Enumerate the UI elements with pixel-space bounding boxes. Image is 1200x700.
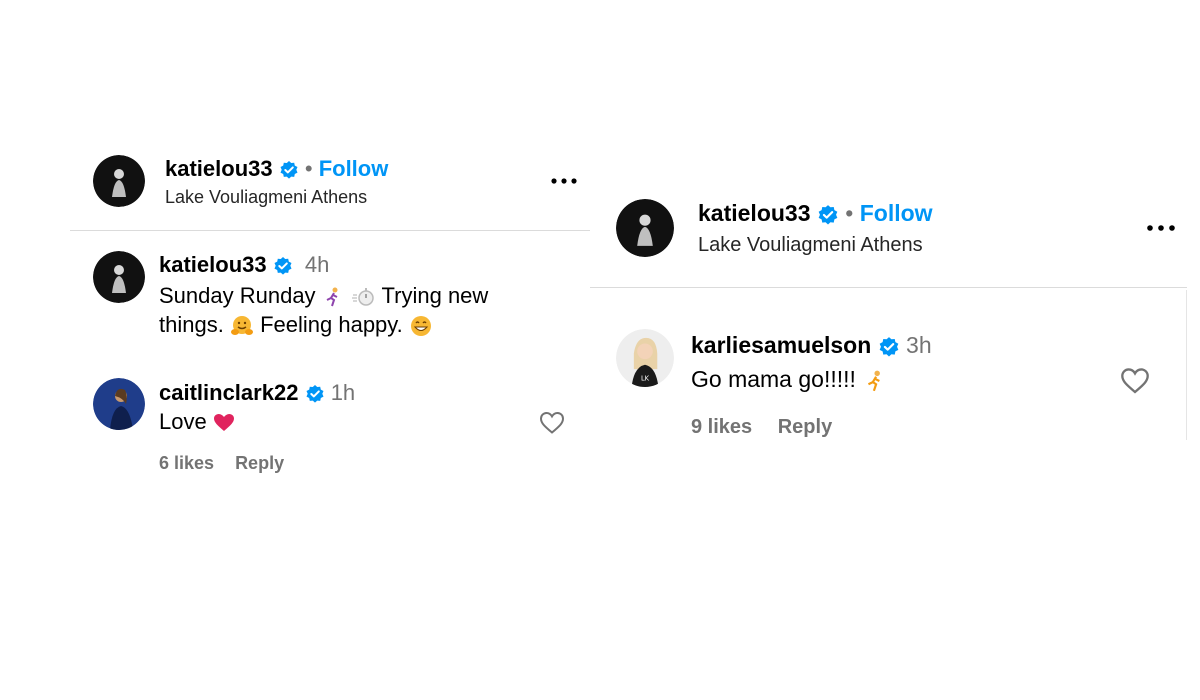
verified-badge-icon (273, 256, 293, 276)
comment-meta: 9 likes Reply (691, 415, 832, 439)
comment-meta: 6 likes Reply (159, 452, 284, 474)
runner-emoji-icon (322, 286, 344, 308)
verified-badge-icon (878, 336, 900, 358)
comment-text: Love (159, 409, 207, 434)
avatar[interactable] (93, 251, 145, 303)
like-comment-heart-icon[interactable] (539, 411, 565, 435)
caption-text-trying: Trying new (381, 283, 489, 308)
like-comment-heart-icon[interactable] (1120, 367, 1150, 395)
separator-dot: • (845, 200, 854, 226)
comment-likes-count[interactable]: 6 likes (159, 453, 214, 473)
post-location[interactable]: Lake Vouliagmeni Athens (698, 233, 923, 257)
caption-text-sunday: Sunday Runday (159, 283, 316, 308)
comment-likes-count[interactable]: 9 likes (691, 416, 752, 438)
post-author-username[interactable]: katielou33 (165, 156, 273, 181)
post-author-username[interactable]: katielou33 (698, 200, 811, 226)
post-location[interactable]: Lake Vouliagmeni Athens (165, 186, 367, 208)
caption-text-happy: Feeling happy. (260, 312, 403, 337)
comment-timestamp[interactable]: 1h (331, 380, 355, 405)
comment-username[interactable]: karliesamuelson (691, 332, 871, 358)
comment-header: karliesamuelson 3h (691, 331, 932, 359)
post-header-top: katielou33 • Follow (165, 156, 388, 182)
follow-button[interactable]: Follow (860, 200, 933, 226)
follow-button[interactable]: Follow (319, 156, 389, 181)
left-post-panel: katielou33 • Follow Lake Vouliagmeni Ath… (70, 140, 590, 500)
grinning-face-emoji-icon (409, 315, 433, 337)
caption-text-things: things. (159, 312, 224, 337)
comment-username[interactable]: caitlinclark22 (159, 380, 298, 405)
caption-timestamp[interactable]: 4h (305, 252, 329, 277)
more-options-icon[interactable] (1146, 223, 1176, 233)
separator-dot: • (304, 156, 313, 181)
runner-emoji-icon (862, 369, 888, 393)
verified-badge-icon (817, 204, 839, 226)
comment-text: Go mama go!!!!! (691, 366, 856, 392)
verified-badge-icon (305, 384, 325, 404)
caption-header: katielou33 4h (159, 252, 329, 278)
avatar[interactable] (616, 199, 674, 257)
header-divider (70, 230, 590, 231)
comment-header: caitlinclark22 1h (159, 380, 355, 406)
comment-body: Love (159, 409, 235, 435)
comment-body: Go mama go!!!!! (691, 365, 888, 393)
avatar[interactable] (93, 155, 145, 207)
hugging-face-emoji-icon (230, 315, 254, 337)
caption-username[interactable]: katielou33 (159, 252, 267, 277)
right-post-panel: katielou33 • Follow Lake Vouliagmeni Ath… (590, 185, 1187, 450)
post-header-top: katielou33 • Follow (698, 199, 933, 227)
caption-line-1: Sunday Runday Trying new (159, 283, 488, 309)
reply-button[interactable]: Reply (235, 453, 284, 473)
red-heart-emoji-icon (213, 413, 235, 433)
svg-text:LK: LK (641, 374, 650, 382)
avatar[interactable] (93, 378, 145, 430)
verified-badge-icon (279, 160, 299, 180)
panel-edge-divider (1186, 290, 1187, 440)
avatar[interactable]: LK (616, 329, 674, 387)
caption-line-2: things. Feeling happy. (159, 312, 433, 338)
more-options-icon[interactable] (550, 176, 578, 186)
header-divider (590, 287, 1187, 288)
reply-button[interactable]: Reply (778, 416, 832, 438)
comment-timestamp[interactable]: 3h (906, 332, 932, 358)
stopwatch-emoji-icon (350, 286, 376, 308)
